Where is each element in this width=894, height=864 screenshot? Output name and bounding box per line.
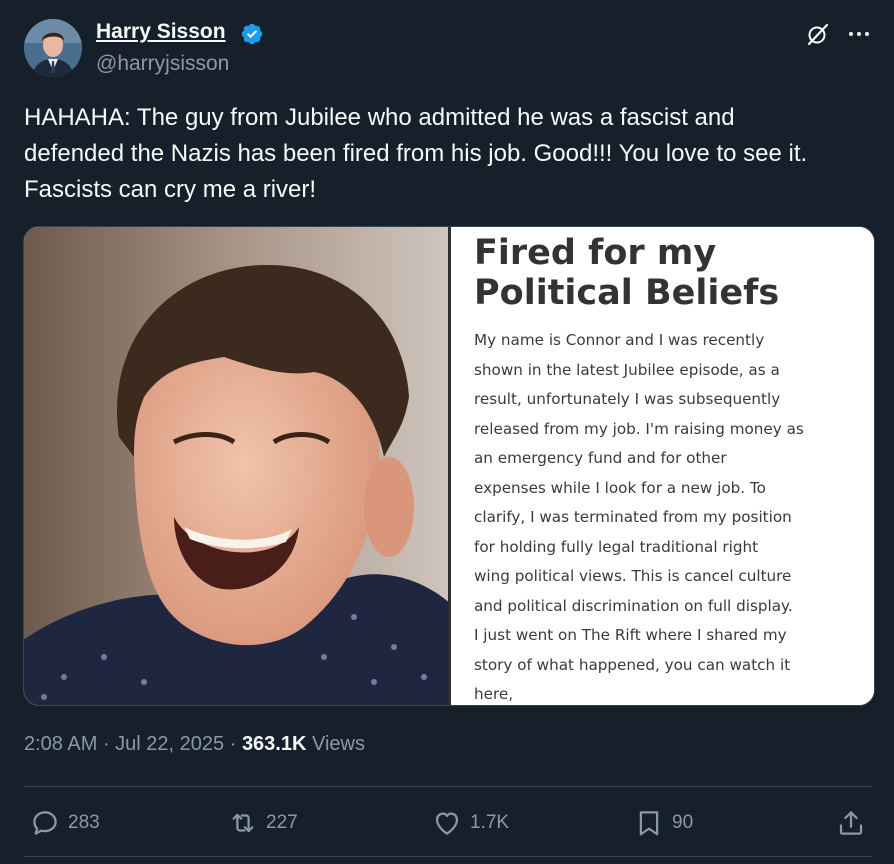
panel-body-line: for holding fully legal traditional righ… (474, 537, 759, 556)
meta-separator: · (97, 733, 116, 755)
panel-body-line: My name is Connor and I was recently (474, 331, 765, 349)
tweet-time[interactable]: 2:08 AM (24, 733, 97, 755)
author-handle[interactable]: @harryjsisson (96, 52, 229, 76)
tweet-text-line: HAHAHA: The guy from Jubilee who admitte… (24, 104, 735, 131)
panel-body: My name is Connor and I was recently sho… (474, 326, 869, 705)
bookmark-button[interactable]: 90 (634, 800, 693, 846)
panel-title-line: Political Beliefs (474, 273, 780, 313)
panel-title: Fired for my Political Beliefs (474, 233, 864, 313)
like-count: 1.7K (470, 812, 510, 833)
laughing-man-photo (24, 227, 454, 705)
panel-body-line: expenses while I look for a new job. To (474, 478, 766, 497)
author-name[interactable]: Harry Sisson (96, 20, 226, 44)
grok-icon[interactable] (806, 22, 830, 46)
fundraiser-panel: Fired for my Political Beliefs My name i… (451, 227, 874, 705)
panel-body-line: clarify, I was terminated from my positi… (474, 508, 792, 526)
panel-body-line: result, unfortunately I was subsequently (474, 390, 781, 408)
heart-icon (435, 812, 459, 835)
panel-body-line: I just went on The Rift where I shared m… (474, 626, 787, 644)
reply-count: 283 (68, 812, 100, 833)
panel-body-line: story of what happened, you can watch it (474, 655, 791, 674)
panel-body-line: released from my job. I'm raising money … (474, 419, 804, 438)
bookmark-count: 90 (672, 812, 694, 833)
tweet-media[interactable]: Fired for my Political Beliefs My name i… (23, 226, 875, 706)
avatar-photo (24, 19, 82, 77)
repost-button[interactable]: 227 (228, 800, 298, 846)
bookmark-icon (639, 811, 659, 836)
meta-separator: · (224, 733, 242, 755)
tweet-date[interactable]: Jul 22, 2025 (115, 733, 224, 755)
verified-badge-icon (241, 23, 263, 45)
divider (24, 856, 872, 857)
tweet-meta: 2:08 AM · Jul 22, 2025 · 363.1K Views (24, 733, 365, 756)
tweet-text-line: defended the Nazis has been fired from h… (24, 140, 808, 167)
tweet-text-line: Fascists can cry me a river! (24, 176, 317, 203)
repost-icon (232, 813, 254, 833)
panel-body-line: and political discrimination on full dis… (474, 596, 793, 615)
panel-body-line: wing political views. This is cancel cul… (474, 567, 792, 585)
panel-body-line: shown in the latest Jubilee episode, as … (474, 360, 780, 379)
action-bar: 283 227 1.7K 90 (0, 800, 894, 846)
panel-title-line: Fired for my (474, 233, 717, 273)
author-avatar[interactable] (24, 19, 82, 77)
share-icon (839, 811, 863, 835)
reply-icon (33, 811, 57, 835)
views-count: 363.1K (241, 733, 307, 755)
share-button[interactable] (836, 800, 866, 846)
more-options-icon[interactable] (846, 22, 872, 46)
views-label: Views (306, 733, 365, 755)
like-button[interactable]: 1.7K (432, 800, 509, 846)
panel-body-line: an emergency fund and for other (474, 449, 727, 467)
panel-body-line: here, (474, 685, 514, 703)
divider (24, 786, 872, 787)
reply-button[interactable]: 283 (30, 800, 100, 846)
tweet-text: HAHAHA: The guy from Jubilee who admitte… (24, 100, 884, 208)
repost-count: 227 (266, 812, 298, 833)
